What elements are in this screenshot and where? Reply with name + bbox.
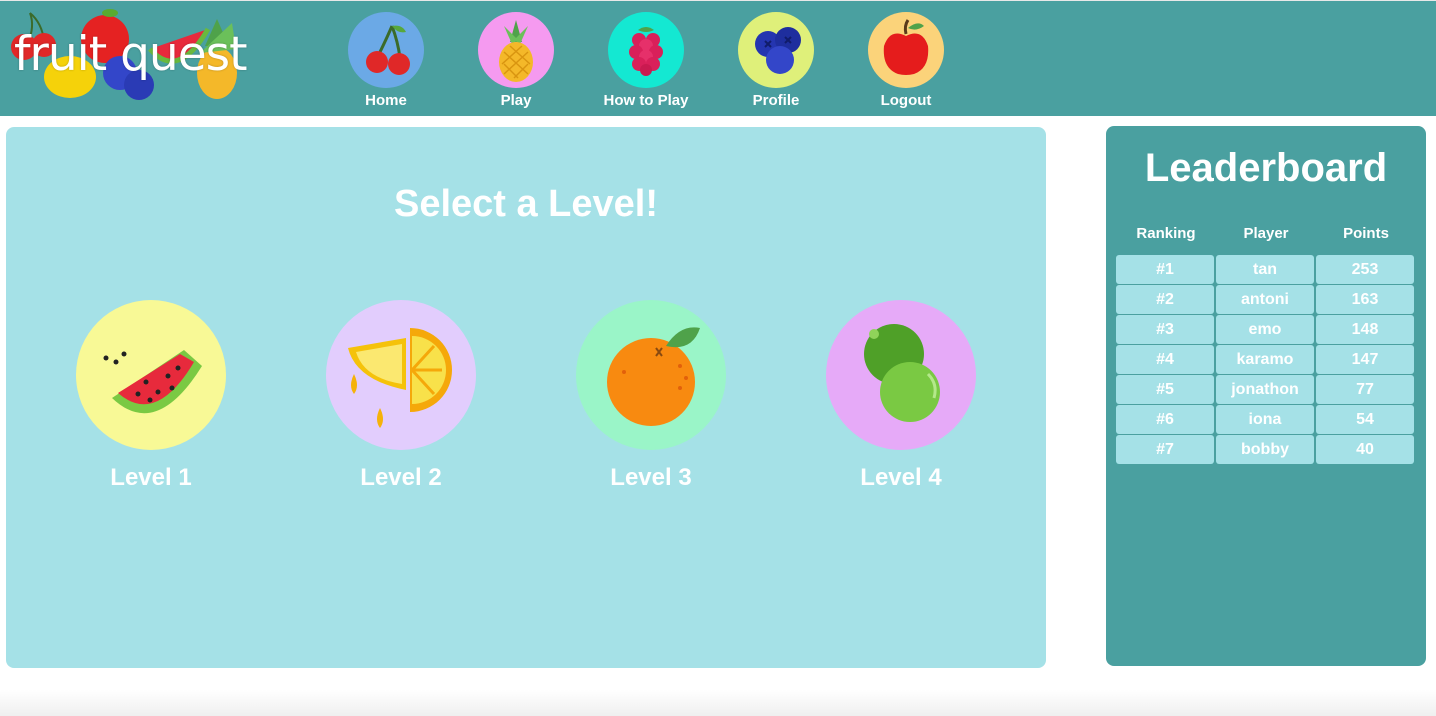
points-cell: 40 — [1316, 435, 1414, 464]
fruit-quest-logo[interactable]: fruit quest — [0, 1, 260, 111]
level-2-button[interactable]: Level 2 — [306, 300, 496, 500]
level-3-button[interactable]: Level 3 — [556, 300, 746, 500]
level-1-button[interactable]: Level 1 — [56, 300, 246, 500]
rank-cell: #5 — [1116, 375, 1214, 404]
level-3-circle — [576, 300, 726, 450]
header-player: Player — [1243, 225, 1289, 242]
level-1-label: Level 1 — [110, 464, 192, 491]
level-select-panel: Select a Level! Level 1 Level 2 Level 3 … — [6, 127, 1046, 668]
nav-logout-label: Logout — [880, 92, 932, 109]
logo-text: fruit quest — [14, 27, 248, 82]
nav-home-circle — [348, 12, 424, 88]
nav-play-label: Play — [500, 92, 532, 109]
player-cell: antoni — [1216, 285, 1314, 314]
raspberry-icon — [629, 27, 663, 76]
leaderboard-row: #1 tan 253 — [1116, 255, 1416, 285]
player-cell: bobby — [1216, 435, 1314, 464]
nav-how-to-play-circle — [608, 12, 684, 88]
nav-how-to-play[interactable]: How to Play — [590, 12, 700, 112]
player-cell: emo — [1216, 315, 1314, 344]
lime-icon — [864, 324, 940, 422]
header-ranking: Ranking — [1136, 225, 1196, 242]
leaderboard-row: #7 bobby 40 — [1116, 435, 1416, 465]
nav-profile[interactable]: Profile — [720, 12, 830, 112]
page-title: Select a Level! — [393, 183, 659, 225]
player-cell: tan — [1216, 255, 1314, 284]
header-points: Points — [1343, 225, 1389, 242]
points-cell: 54 — [1316, 405, 1414, 434]
points-cell: 253 — [1316, 255, 1414, 284]
blueberry-icon — [755, 27, 801, 74]
lemon-icon — [348, 328, 452, 428]
watermelon-icon — [103, 350, 202, 414]
level-2-label: Level 2 — [360, 464, 442, 491]
nav-play[interactable]: Play — [460, 12, 570, 112]
leaderboard-row: #5 jonathon 77 — [1116, 375, 1416, 405]
leaderboard-row: #4 karamo 147 — [1116, 345, 1416, 375]
nav-home-label: Home — [365, 92, 407, 109]
rank-cell: #1 — [1116, 255, 1214, 284]
orange-icon — [607, 327, 700, 426]
level-1-circle — [76, 300, 226, 450]
nav-how-to-play-label: How to Play — [603, 92, 689, 109]
leaderboard-panel: Leaderboard Ranking Player Points #1 tan… — [1106, 126, 1426, 666]
nav-logout-circle — [868, 12, 944, 88]
rank-cell: #4 — [1116, 345, 1214, 374]
rank-cell: #3 — [1116, 315, 1214, 344]
points-cell: 77 — [1316, 375, 1414, 404]
level-4-circle — [826, 300, 976, 450]
level-2-circle — [326, 300, 476, 450]
rank-cell: #2 — [1116, 285, 1214, 314]
level-4-button[interactable]: Level 4 — [806, 300, 996, 500]
player-cell: karamo — [1216, 345, 1314, 374]
leaderboard-row: #6 iona 54 — [1116, 405, 1416, 435]
level-4-label: Level 4 — [860, 464, 942, 491]
nav-profile-circle — [738, 12, 814, 88]
nav-profile-label: Profile — [752, 92, 800, 109]
leaderboard-row: #2 antoni 163 — [1116, 285, 1416, 315]
leaderboard-row: #3 emo 148 — [1116, 315, 1416, 345]
rank-cell: #6 — [1116, 405, 1214, 434]
cherry-icon — [366, 25, 410, 75]
points-cell: 163 — [1316, 285, 1414, 314]
page-footer-shadow — [0, 690, 1436, 716]
leaderboard-title: Leaderboard — [1144, 146, 1388, 190]
nav-play-circle — [478, 12, 554, 88]
apple-icon — [883, 19, 929, 75]
nav-home[interactable]: Home — [330, 12, 440, 112]
level-3-label: Level 3 — [610, 464, 692, 491]
points-cell: 147 — [1316, 345, 1414, 374]
rank-cell: #7 — [1116, 435, 1214, 464]
player-cell: iona — [1216, 405, 1314, 434]
pineapple-icon — [499, 20, 533, 82]
nav-logout[interactable]: Logout — [850, 12, 960, 112]
top-navigation-bar: fruit quest Home Play How to Play Profil… — [0, 0, 1436, 116]
points-cell: 148 — [1316, 315, 1414, 344]
player-cell: jonathon — [1216, 375, 1314, 404]
